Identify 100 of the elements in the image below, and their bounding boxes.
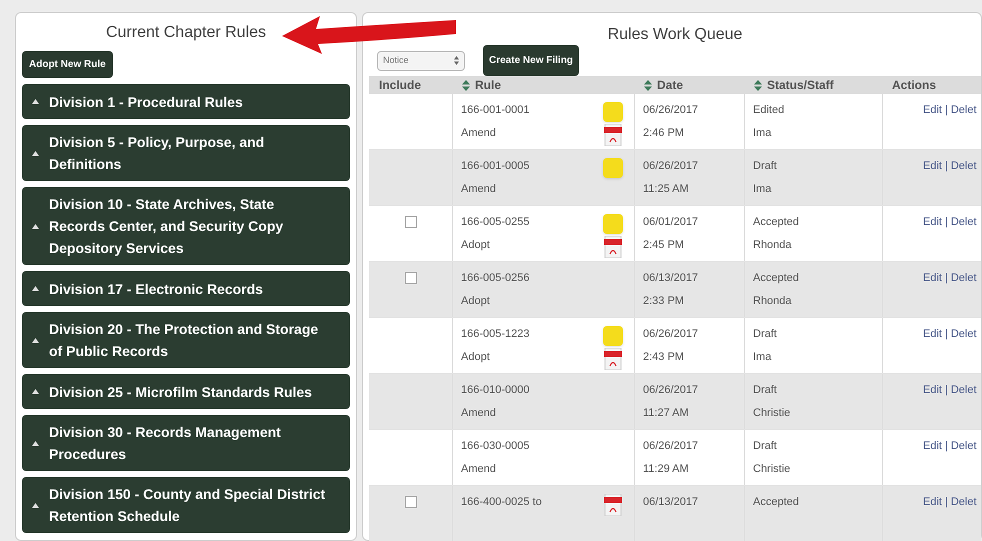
select-arrows-icon bbox=[454, 56, 459, 65]
caret-icon bbox=[32, 502, 39, 508]
date-text: 06/13/2017 bbox=[643, 495, 700, 510]
status-text: Accepted bbox=[753, 495, 800, 510]
filter-select[interactable]: Notice bbox=[377, 50, 465, 70]
delete-link[interactable]: Delet bbox=[950, 494, 977, 541]
delete-link[interactable]: Delet bbox=[950, 158, 977, 205]
column-header[interactable]: Date bbox=[644, 76, 684, 94]
delete-link[interactable]: Delet bbox=[950, 214, 977, 261]
sort-icon bbox=[644, 80, 652, 90]
time-text: 2:45 PM bbox=[643, 238, 685, 252]
column-header[interactable]: Rule bbox=[462, 76, 502, 94]
staff-name: Ima bbox=[753, 350, 772, 364]
rule-action: Amend bbox=[461, 462, 497, 476]
caret-icon bbox=[32, 389, 39, 394]
create-new-filing-button[interactable]: Create New Filing bbox=[483, 45, 579, 76]
sort-icon bbox=[754, 80, 762, 90]
status-text: Draft bbox=[753, 159, 778, 174]
include-checkbox[interactable] bbox=[404, 496, 416, 508]
time-text: 2:33 PM bbox=[643, 294, 685, 308]
date-text: 06/26/2017 bbox=[643, 327, 700, 342]
time-text: 11:25 AM bbox=[643, 182, 690, 196]
rule-number: 166-400-0025 to bbox=[461, 495, 543, 510]
sticky-note-icon bbox=[603, 214, 623, 234]
column-header: Include bbox=[379, 77, 422, 94]
delete-link[interactable]: Delet bbox=[950, 326, 977, 373]
rule-number: 166-030-0005 bbox=[461, 439, 531, 454]
staff-name: Christie bbox=[753, 406, 792, 420]
link-separator: | bbox=[944, 271, 948, 286]
date-text: 06/01/2017 bbox=[643, 215, 700, 230]
include-checkbox[interactable] bbox=[404, 216, 416, 228]
sticky-note-icon bbox=[603, 326, 623, 346]
sort-icon bbox=[462, 80, 470, 90]
rule-number: 166-001-0005 bbox=[461, 159, 531, 174]
adopt-new-rule-button[interactable]: Adopt New Rule bbox=[22, 51, 113, 78]
edit-link[interactable]: Edit bbox=[923, 102, 942, 149]
rule-action: Adopt bbox=[461, 350, 491, 364]
caret-icon bbox=[32, 440, 39, 446]
link-separator: | bbox=[944, 159, 948, 174]
division-item[interactable]: Division 10 - State Archives, State Records Center, and Security Copy Depository Services bbox=[22, 187, 350, 265]
staff-name: Christie bbox=[753, 462, 792, 476]
caret-icon bbox=[32, 224, 39, 228]
edit-link[interactable]: Edit bbox=[923, 382, 942, 429]
division-item[interactable]: Division 5 - Policy, Purpose, and Definitions bbox=[22, 125, 350, 181]
rule-action: Amend bbox=[461, 182, 497, 196]
link-separator: | bbox=[944, 103, 948, 118]
link-separator: | bbox=[944, 215, 948, 230]
time-text: 11:29 AM bbox=[643, 462, 690, 476]
rule-number: 166-001-0001 bbox=[461, 103, 531, 118]
date-text: 06/26/2017 bbox=[643, 439, 700, 454]
status-text: Draft bbox=[753, 439, 778, 454]
column-header: Actions bbox=[892, 77, 936, 94]
status-text: Draft bbox=[753, 383, 778, 398]
pdf-file-icon bbox=[604, 236, 622, 258]
division-item[interactable]: Division 20 - The Protection and Storage of Public Records bbox=[22, 312, 350, 368]
pdf-file-icon bbox=[604, 124, 622, 146]
division-item[interactable]: Division 25 - Microfilm Standards Rules bbox=[22, 374, 350, 409]
pdf-file-icon bbox=[604, 494, 622, 516]
link-separator: | bbox=[944, 495, 948, 510]
division-item[interactable]: Division 17 - Electronic Records bbox=[22, 271, 350, 306]
date-text: 06/26/2017 bbox=[643, 159, 700, 174]
include-checkbox[interactable] bbox=[404, 272, 416, 284]
panel-title: Current Chapter Rules bbox=[104, 23, 268, 43]
division-item[interactable]: Division 1 - Procedural Rules bbox=[22, 84, 350, 119]
status-text: Draft bbox=[753, 327, 778, 342]
delete-link[interactable]: Delet bbox=[950, 102, 977, 149]
delete-link[interactable]: Delet bbox=[950, 270, 977, 317]
caret-icon bbox=[32, 338, 39, 342]
caret-icon bbox=[32, 99, 39, 104]
status-text: Edited bbox=[753, 103, 786, 118]
delete-link[interactable]: Delet bbox=[950, 438, 977, 485]
date-text: 06/13/2017 bbox=[643, 271, 700, 286]
column-header[interactable]: Status/Staff bbox=[754, 76, 834, 94]
rule-number: 166-010-0000 bbox=[461, 383, 531, 398]
edit-link[interactable]: Edit bbox=[923, 438, 942, 485]
time-text: 2:46 PM bbox=[643, 126, 685, 140]
time-text: 11:27 AM bbox=[643, 406, 690, 420]
edit-link[interactable]: Edit bbox=[923, 326, 942, 373]
division-item[interactable]: Division 150 - County and Special District Retention Schedule bbox=[22, 477, 350, 533]
time-text: 2:43 PM bbox=[643, 350, 685, 364]
pdf-file-icon bbox=[604, 348, 622, 370]
sticky-note-icon bbox=[603, 102, 623, 122]
rule-action: Adopt bbox=[461, 238, 491, 252]
panel-title: Rules Work Queue bbox=[606, 25, 744, 45]
rule-action: Amend bbox=[461, 126, 497, 140]
edit-link[interactable]: Edit bbox=[923, 158, 942, 205]
rule-number: 166-005-0255 bbox=[461, 215, 531, 230]
status-text: Accepted bbox=[753, 215, 800, 230]
link-separator: | bbox=[944, 439, 948, 454]
division-item[interactable]: Division 30 - Records Management Procedures bbox=[22, 415, 350, 471]
edit-link[interactable]: Edit bbox=[923, 270, 942, 317]
link-separator: | bbox=[944, 327, 948, 342]
staff-name: Rhonda bbox=[753, 294, 793, 308]
status-text: Accepted bbox=[753, 271, 800, 286]
edit-link[interactable]: Edit bbox=[923, 214, 942, 261]
link-separator: | bbox=[944, 383, 948, 398]
rule-action: Amend bbox=[461, 406, 497, 420]
delete-link[interactable]: Delet bbox=[950, 382, 977, 429]
edit-link[interactable]: Edit bbox=[923, 494, 942, 541]
staff-name: Ima bbox=[753, 126, 772, 140]
